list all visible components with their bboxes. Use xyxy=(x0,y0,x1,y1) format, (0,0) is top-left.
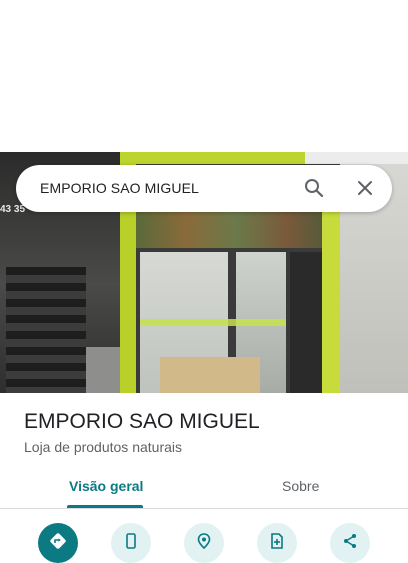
photo-sign-text: 43 35 xyxy=(0,204,26,215)
search-query[interactable]: EMPORIO SAO MIGUEL xyxy=(40,180,199,196)
add-photo-icon xyxy=(271,533,283,549)
save-pin-icon xyxy=(197,533,211,550)
share-button[interactable] xyxy=(330,523,370,563)
phone-icon xyxy=(126,533,136,549)
place-title: EMPORIO SAO MIGUEL xyxy=(24,410,260,433)
place-category: Loja de produtos naturais xyxy=(24,439,182,455)
tab-divider xyxy=(0,508,408,509)
search-icon[interactable] xyxy=(302,176,326,200)
save-button[interactable] xyxy=(184,523,224,563)
share-icon xyxy=(344,534,356,548)
directions-icon xyxy=(50,533,66,549)
search-bar[interactable]: EMPORIO SAO MIGUEL xyxy=(16,165,392,212)
add-photo-button[interactable] xyxy=(257,523,297,563)
call-button[interactable] xyxy=(111,523,151,563)
map-area-blank xyxy=(0,0,408,152)
directions-button[interactable] xyxy=(38,523,78,563)
tab-about[interactable]: Sobre xyxy=(282,478,319,494)
close-icon[interactable] xyxy=(353,176,377,200)
tab-overview[interactable]: Visão geral xyxy=(69,478,143,494)
